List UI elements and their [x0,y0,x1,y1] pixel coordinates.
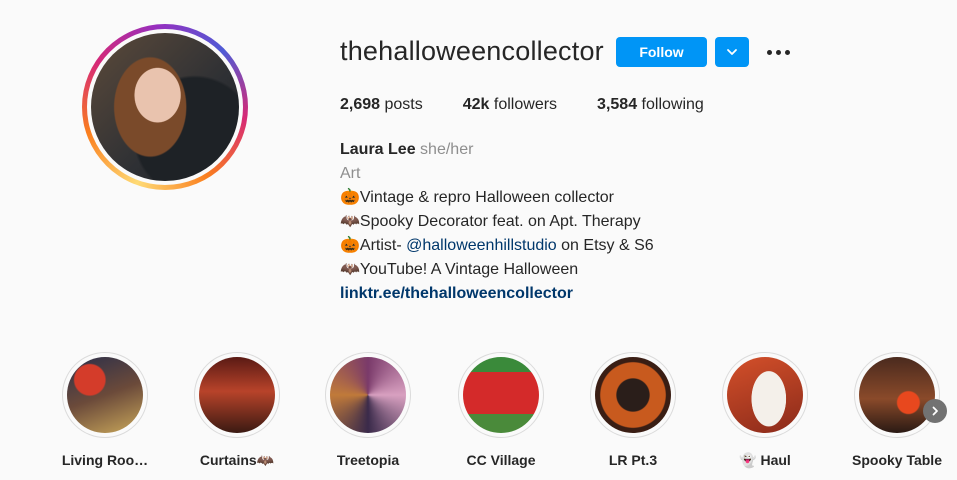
highlight-item[interactable]: Curtains🦇 [182,352,292,469]
profile-stats: 2,698 posts 42k followers 3,584 followin… [340,96,744,114]
follow-button[interactable]: Follow [616,37,707,67]
more-options-button[interactable] [763,40,793,64]
pronouns: she/her [420,141,474,158]
highlights-next-button[interactable] [923,399,947,423]
highlight-label: Living Roo… [61,452,149,468]
following-count: 3,584 [597,96,638,113]
highlight-ring [590,352,676,438]
bio-line: 🎃Artist- @halloweenhillstudio on Etsy & … [340,234,654,258]
highlight-thumbnail [859,357,935,433]
profile-bio: Laura Lee she/her Art 🎃Vintage & repro H… [340,138,654,306]
following-label: following [641,96,704,113]
category-label: Art [340,165,361,182]
highlight-ring [62,352,148,438]
highlight-label: CC Village [466,452,536,468]
avatar-inner [87,29,243,185]
highlight-thumbnail [595,357,671,433]
highlight-thumbnail [463,357,539,433]
followers-label: followers [493,96,558,113]
highlight-item[interactable]: Treetopia [313,352,423,468]
profile-avatar[interactable] [82,24,248,190]
highlight-ring [458,352,544,438]
following-stat[interactable]: 3,584 following [597,96,704,114]
bio-line: 🦇Spooky Decorator feat. on Apt. Therapy [340,213,641,230]
posts-stat: 2,698 posts [340,96,423,114]
followers-stat[interactable]: 42k followers [463,96,557,114]
chevron-down-icon [727,49,737,55]
highlight-item[interactable]: LR Pt.3 [578,352,688,468]
highlight-label: 👻 Haul [739,452,791,468]
highlight-ring [325,352,411,438]
suggested-dropdown-button[interactable] [715,37,749,67]
highlight-label: LR Pt.3 [608,452,658,468]
avatar-photo [91,33,239,181]
highlight-thumbnail [330,357,406,433]
mention-link[interactable]: @halloweenhillstudio [406,237,557,254]
bio-line-prefix: 🎃Artist- [340,237,407,254]
highlight-thumbnail [199,357,275,433]
story-highlights: Living Roo… Curtains🦇 Treetopia CC Villa… [0,352,957,472]
highlight-item[interactable]: 👻 Haul [710,352,820,469]
posts-label: posts [384,96,423,113]
highlight-ring [722,352,808,438]
bio-line-suffix: on Etsy & S6 [556,237,654,254]
posts-count: 2,698 [340,96,381,113]
highlight-thumbnail [67,357,143,433]
bio-line: 🦇YouTube! A Vintage Halloween [340,261,579,278]
profile-username: thehalloweencollector [340,36,604,66]
highlight-label: Spooky Table [852,452,942,468]
highlight-item[interactable]: Living Roo… [50,352,160,468]
chevron-right-icon [932,406,938,416]
highlight-label: Curtains🦇 [199,452,275,468]
more-dot-icon [784,49,790,55]
highlight-ring [194,352,280,438]
bio-name-line: Laura Lee she/her [340,138,654,162]
highlight-item[interactable]: CC Village [446,352,556,468]
highlight-thumbnail [727,357,803,433]
display-name: Laura Lee [340,141,416,158]
highlight-ring [854,352,940,438]
highlight-label: Treetopia [336,452,400,468]
followers-count: 42k [462,96,490,113]
bio-line: 🎃Vintage & repro Halloween collector [340,189,614,206]
bio-website-link[interactable]: linktr.ee/thehalloweencollector [340,285,573,302]
more-dot-icon [775,49,781,55]
more-dot-icon [766,49,772,55]
